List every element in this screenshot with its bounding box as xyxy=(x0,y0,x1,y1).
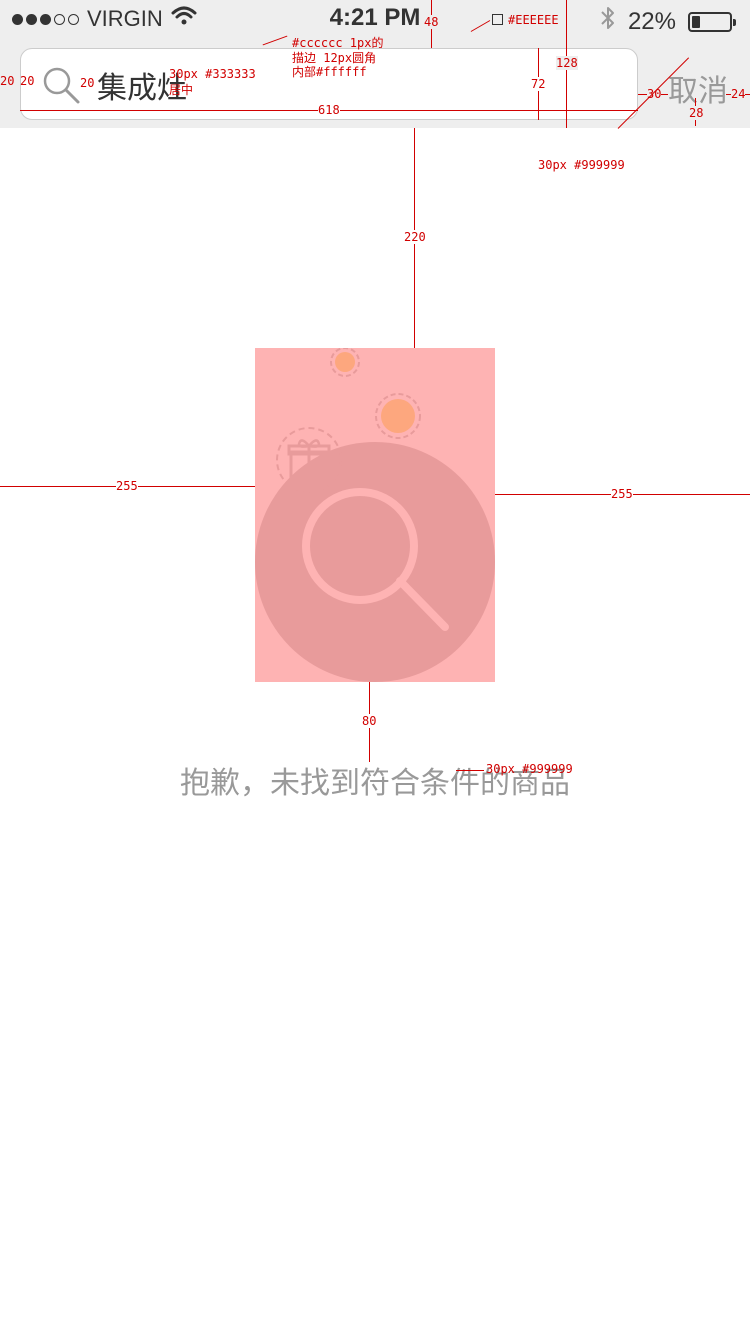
annotation-header-bg: #EEEEEE xyxy=(508,13,559,27)
annotation-top-gap: 220 xyxy=(404,230,426,244)
empty-state-message: 抱歉，未找到符合条件的商品 xyxy=(180,766,570,801)
annotation-box-note-3: 内部#ffffff xyxy=(292,65,367,79)
annotation-box-width: 618 xyxy=(318,103,340,117)
annotation-query-align: 居中 xyxy=(169,83,194,97)
cancel-button[interactable]: 取消 xyxy=(668,66,728,110)
color-swatch xyxy=(492,14,503,25)
annotation-header-height: 128 xyxy=(556,56,578,70)
annotation-side-right: 255 xyxy=(611,487,633,501)
annotation-box-height: 72 xyxy=(531,77,546,91)
battery-percent: 22% xyxy=(627,7,676,35)
annotation-msg-font: 30px #999999 xyxy=(486,762,573,776)
annotation-status-height: 48 xyxy=(424,15,439,29)
bubble-large xyxy=(375,393,421,439)
annotation-cancel-gap: 30 xyxy=(647,87,662,101)
status-right-group: 22% xyxy=(600,5,736,38)
empty-state-illustration xyxy=(255,347,495,682)
annotation-bottom-gap: 80 xyxy=(362,714,377,728)
annotation-left-pad: 20 xyxy=(0,74,15,88)
annotation-query-font: 30px #333333 xyxy=(169,67,256,81)
annotation-cancel-font: 30px #999999 xyxy=(538,158,625,172)
annotation-cancel-right: 24 xyxy=(731,87,746,101)
annotation-cancel-size: 28 xyxy=(689,106,704,120)
annotation-line xyxy=(456,770,484,771)
bubble-small xyxy=(330,347,360,377)
battery-icon xyxy=(688,11,736,32)
annotation-text-gap: 20 xyxy=(80,76,95,90)
annotation-icon-pad: 20 xyxy=(20,74,35,88)
search-icon xyxy=(41,65,81,105)
bluetooth-icon xyxy=(600,5,616,38)
annotation-side-left: 255 xyxy=(116,479,138,493)
